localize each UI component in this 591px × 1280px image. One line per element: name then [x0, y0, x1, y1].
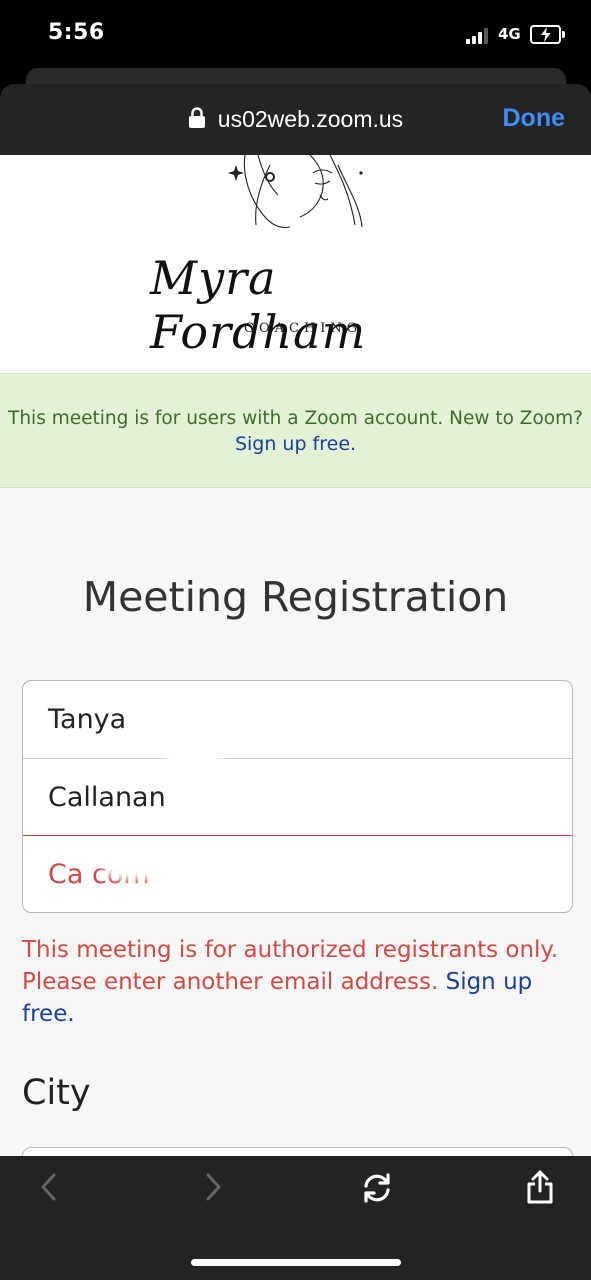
brand-name: Myra Fordham [150, 251, 367, 359]
email-error-message: This meeting is for authorized registran… [22, 934, 582, 1030]
logo-header: Myra Fordham COACHING [0, 155, 591, 373]
redaction-mark [103, 847, 353, 879]
page-title: Meeting Registration [82, 573, 509, 621]
notice-signup-link[interactable]: Sign up free. [235, 433, 356, 455]
city-label: City [22, 1073, 91, 1113]
share-icon[interactable] [525, 1169, 555, 1205]
status-bar: 5:56 4G [0, 0, 591, 70]
back-icon[interactable] [36, 1172, 62, 1202]
notice-text: This meeting is for users with a Zoom ac… [8, 408, 583, 429]
registration-fields: Tanya Callanan Ca com [22, 680, 573, 913]
reload-icon[interactable] [359, 1172, 395, 1204]
web-page: Myra Fordham COACHING This meeting is fo… [0, 155, 591, 1156]
clock: 5:56 [48, 20, 105, 45]
zoom-account-notice: This meeting is for users with a Zoom ac… [0, 373, 591, 488]
brand-subtitle: COACHING [244, 321, 363, 336]
battery-icon [530, 25, 565, 44]
signal-icon [466, 28, 490, 44]
city-input[interactable] [22, 1147, 573, 1156]
lock-icon [188, 107, 205, 128]
network-type: 4G [498, 25, 521, 43]
first-name-field[interactable]: Tanya [23, 681, 572, 758]
logo-illustration [228, 155, 363, 229]
last-name-field[interactable]: Callanan [23, 758, 572, 835]
redaction-mark [143, 886, 213, 902]
forward-icon[interactable] [200, 1172, 226, 1202]
browser-bar: us02web.zoom.us Done [0, 84, 591, 155]
redaction-mark [163, 751, 223, 765]
home-indicator[interactable] [191, 1259, 401, 1266]
url-text: us02web.zoom.us [217, 106, 404, 132]
done-button[interactable]: Done [503, 104, 566, 133]
